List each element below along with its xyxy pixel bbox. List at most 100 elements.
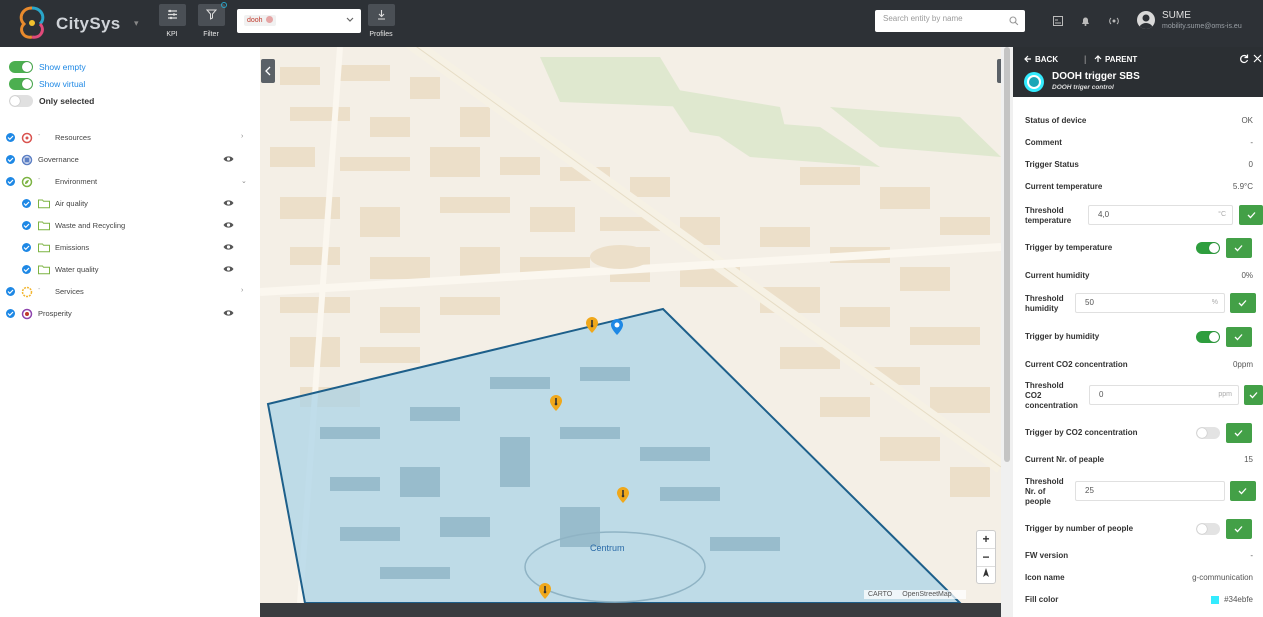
scrollbar-thumb[interactable] [1004, 47, 1010, 462]
threshold-temperature-label: Threshold temperature [1025, 206, 1072, 225]
tree-label: Environment [55, 177, 98, 186]
chevron-down-icon[interactable]: ▾ [134, 18, 139, 29]
only-selected-label: Only selected [39, 96, 95, 106]
download-icon [378, 10, 385, 20]
checkbox[interactable] [6, 309, 15, 318]
save-threshold-temperature-button[interactable] [1239, 205, 1263, 225]
trigger-temperature-toggle[interactable] [1196, 242, 1220, 254]
save-threshold-co2-button[interactable] [1244, 385, 1263, 405]
avatar[interactable] [1137, 11, 1155, 29]
threshold-co2-field[interactable]: ppm [1089, 385, 1239, 405]
panel-header: BACK | PARENT DOOH trigger SBS DOOH trig… [1013, 47, 1263, 97]
attribution-carto[interactable]: CARTO [868, 591, 892, 598]
compass-button[interactable] [977, 567, 995, 585]
refresh-icon[interactable] [1239, 54, 1249, 64]
eye-icon[interactable] [223, 221, 234, 229]
trigger-status-row: Trigger Status 0 [1025, 160, 1253, 169]
tree-item-waste-and-recycling[interactable]: Waste and Recycling [0, 217, 260, 235]
chevron-right-icon[interactable]: › [241, 287, 243, 294]
governance-icon [21, 154, 33, 166]
save-trigger-temperature-button[interactable] [1226, 238, 1252, 258]
collapse-left-button[interactable] [261, 59, 275, 83]
parent-label: PARENT [1105, 55, 1138, 64]
tree-item-water-quality[interactable]: Water quality [0, 261, 260, 279]
map-view[interactable]: Centrum [260, 47, 1001, 603]
broadcast-icon[interactable] [1108, 16, 1120, 26]
threshold-co2-input[interactable] [1099, 390, 1179, 399]
checkbox[interactable] [6, 133, 15, 142]
checkbox[interactable] [22, 265, 31, 274]
threshold-temperature-field[interactable]: °C [1088, 205, 1233, 225]
profile-chip[interactable]: dooh [244, 15, 276, 26]
eye-icon[interactable] [223, 243, 234, 251]
profiles-button[interactable] [368, 4, 395, 26]
zoom-out-button[interactable]: − [977, 549, 995, 567]
check-icon [1238, 488, 1247, 495]
threshold-humidity-field[interactable]: % [1075, 293, 1225, 313]
current-humidity-row: Current humidity 0% [1025, 271, 1253, 280]
eye-icon[interactable] [223, 199, 234, 207]
checkbox[interactable] [6, 155, 15, 164]
save-threshold-people-button[interactable] [1230, 481, 1256, 501]
device-pin-icon[interactable] [611, 319, 623, 335]
profile-select[interactable]: dooh [237, 9, 361, 33]
tree-item-prosperity[interactable]: Prosperity [0, 305, 260, 323]
tree-item-services[interactable]: - Services › [0, 283, 260, 301]
threshold-temperature-input[interactable] [1098, 210, 1178, 219]
eye-icon[interactable] [223, 155, 234, 163]
checkbox[interactable] [6, 287, 15, 296]
tree-item-governance[interactable]: Governance [0, 151, 260, 169]
search-icon[interactable] [1009, 16, 1019, 26]
zoom-in-button[interactable]: + [977, 531, 995, 549]
chip-remove-icon[interactable] [265, 16, 273, 23]
checkbox[interactable] [22, 199, 31, 208]
eye-icon[interactable] [223, 309, 234, 317]
sensor-pin-icon[interactable] [550, 395, 562, 411]
services-icon [21, 286, 33, 298]
save-threshold-humidity-button[interactable] [1230, 293, 1256, 313]
sensor-pin-icon[interactable] [539, 583, 551, 599]
tree-label: Services [55, 287, 84, 296]
search-box[interactable] [875, 10, 1025, 32]
threshold-humidity-input[interactable] [1085, 298, 1165, 307]
profiles-label: Profiles [369, 31, 393, 38]
kpi-button[interactable] [159, 4, 186, 26]
tree-label: Prosperity [38, 309, 72, 318]
trigger-people-toggle[interactable] [1196, 523, 1220, 535]
save-trigger-humidity-button[interactable] [1226, 327, 1252, 347]
bell-icon[interactable] [1081, 16, 1090, 26]
threshold-people-field[interactable] [1075, 481, 1225, 501]
eye-icon[interactable] [223, 265, 234, 273]
chevron-down-icon[interactable]: ⌄ [241, 177, 247, 185]
sensor-pin-icon[interactable] [586, 317, 598, 333]
save-trigger-people-button[interactable] [1226, 519, 1252, 539]
dashboard-icon[interactable] [1053, 16, 1063, 26]
threshold-people-label: Threshold Nr. of people [1025, 477, 1064, 506]
parent-button[interactable]: PARENT [1094, 55, 1137, 64]
close-icon[interactable] [1253, 54, 1262, 63]
only-selected-toggle[interactable] [9, 95, 33, 107]
user-email: mobility.sume@oms-is.eu [1162, 23, 1242, 30]
tree-item-environment[interactable]: - Environment ⌄ [0, 173, 260, 191]
tree-item-air-quality[interactable]: Air quality [0, 195, 260, 213]
show-empty-toggle[interactable] [9, 61, 33, 73]
tree-item-emissions[interactable]: Emissions [0, 239, 260, 257]
show-virtual-toggle[interactable] [9, 78, 33, 90]
citysys-logo[interactable]: CitySys ▾ [12, 4, 139, 42]
back-label: BACK [1035, 55, 1059, 64]
chevron-right-icon[interactable]: › [241, 133, 243, 140]
back-button[interactable]: BACK [1024, 55, 1058, 64]
threshold-people-input[interactable] [1085, 486, 1165, 495]
checkbox[interactable] [6, 177, 15, 186]
checkbox[interactable] [22, 221, 31, 230]
trigger-co2-toggle[interactable] [1196, 427, 1220, 439]
attribution-osm[interactable]: OpenStreetMap [902, 591, 951, 598]
search-input[interactable] [883, 14, 1003, 23]
scrollbar[interactable] [1001, 47, 1013, 617]
trigger-humidity-toggle[interactable] [1196, 331, 1220, 343]
sensor-pin-icon[interactable] [617, 487, 629, 503]
checkbox[interactable] [22, 243, 31, 252]
status-value: OK [1241, 116, 1253, 125]
tree-item-resources[interactable]: - Resources › [0, 129, 260, 147]
save-trigger-co2-button[interactable] [1226, 423, 1252, 443]
